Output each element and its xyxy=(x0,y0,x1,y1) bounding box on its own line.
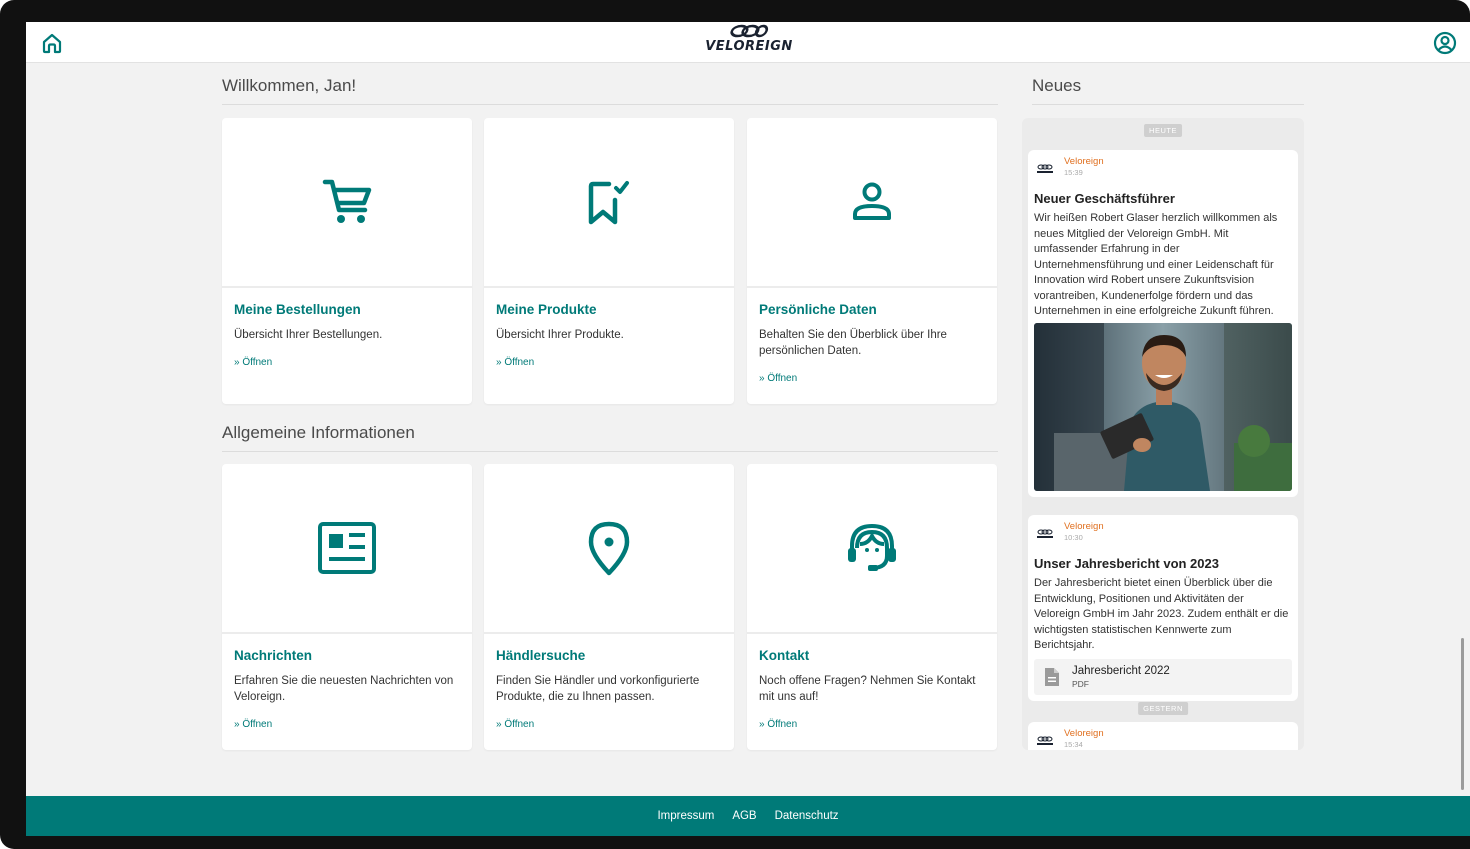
card-contact[interactable]: Kontakt Noch offene Fragen? Nehmen Sie K… xyxy=(747,464,997,750)
card-description: Erfahren Sie die neuesten Nachrichten vo… xyxy=(234,675,454,703)
open-link[interactable]: » Öffnen xyxy=(759,373,985,384)
headset-icon xyxy=(848,523,896,571)
news-text: Der Jahresbericht bietet einen Überblick… xyxy=(1034,577,1289,651)
home-icon[interactable] xyxy=(39,30,65,56)
news-photo xyxy=(1034,322,1292,491)
news-author: Veloreign xyxy=(1064,156,1104,167)
news-time: 15:39 xyxy=(1064,168,1083,177)
news-item[interactable]: Veloreign 10:30 Unser Jahresbericht von … xyxy=(1028,515,1298,701)
card-dealer-search[interactable]: Händlersuche Finden Sie Händler und vork… xyxy=(484,464,734,750)
attachment-name: Jahresbericht 2022 xyxy=(1072,664,1170,677)
avatar xyxy=(1037,529,1053,538)
news-title: Neuer Geschäftsführer xyxy=(1034,191,1175,206)
news-time: 10:30 xyxy=(1064,533,1083,542)
day-separator: HEUTE xyxy=(1144,124,1182,137)
open-link[interactable]: » Öffnen xyxy=(234,357,460,368)
footer-link-datenschutz[interactable]: Datenschutz xyxy=(775,810,839,822)
card-description: Übersicht Ihrer Produkte. xyxy=(496,329,624,341)
footer-link-impressum[interactable]: Impressum xyxy=(657,810,714,822)
info-heading: Allgemeine Informationen xyxy=(222,423,998,452)
news-item[interactable]: Veloreign 15:34 xyxy=(1028,722,1298,750)
footer: Impressum AGB Datenschutz xyxy=(26,796,1470,836)
logo-mark-icon xyxy=(730,24,769,38)
card-orders[interactable]: Meine Bestellungen Übersicht Ihrer Beste… xyxy=(222,118,472,404)
card-image-area xyxy=(222,464,472,634)
news-item[interactable]: Veloreign 15:39 Neuer Geschäftsführer Wi… xyxy=(1028,150,1298,497)
screen: VELOREIGN Willkommen, Jan! Meine Bestell… xyxy=(26,22,1470,849)
news-text: Wir heißen Robert Glaser herzlich willko… xyxy=(1034,212,1278,317)
card-description: Behalten Sie den Überblick über Ihre per… xyxy=(759,329,947,357)
brand-name: VELOREIGN xyxy=(705,39,793,54)
user-icon xyxy=(853,182,891,220)
document-icon xyxy=(1045,667,1059,686)
map-pin-icon xyxy=(588,521,630,576)
news-author: Veloreign xyxy=(1064,521,1104,532)
open-link[interactable]: » Öffnen xyxy=(234,719,460,730)
brand-logo[interactable]: VELOREIGN xyxy=(702,24,796,60)
card-personal-data[interactable]: Persönliche Daten Behalten Sie den Überb… xyxy=(747,118,997,404)
card-title: Nachrichten xyxy=(234,648,313,663)
account-icon[interactable] xyxy=(1432,30,1458,56)
news-feed[interactable]: HEUTE Veloreign 15:39 Neuer Geschäftsfüh… xyxy=(1022,118,1304,750)
top-bar: VELOREIGN xyxy=(26,22,1470,63)
news-time: 15:34 xyxy=(1064,740,1083,749)
open-link[interactable]: » Öffnen xyxy=(496,357,722,368)
attachment-type: PDF xyxy=(1072,678,1089,689)
card-news[interactable]: Nachrichten Erfahren Sie die neuesten Na… xyxy=(222,464,472,750)
device-frame: VELOREIGN Willkommen, Jan! Meine Bestell… xyxy=(0,0,1470,849)
newspaper-icon xyxy=(318,522,376,574)
card-description: Übersicht Ihrer Bestellungen. xyxy=(234,329,383,341)
day-separator: GESTERN xyxy=(1138,702,1188,715)
card-title: Händlersuche xyxy=(496,648,586,663)
bookmark-check-icon xyxy=(588,181,629,225)
avatar xyxy=(1037,164,1053,173)
bezel xyxy=(26,836,1470,849)
card-title: Meine Produkte xyxy=(496,302,597,317)
card-image-area xyxy=(747,464,997,634)
card-title: Persönliche Daten xyxy=(759,302,877,317)
scrollbar[interactable] xyxy=(1461,638,1464,790)
footer-link-agb[interactable]: AGB xyxy=(732,810,756,822)
cart-icon xyxy=(322,179,372,223)
avatar xyxy=(1037,736,1053,745)
news-heading: Neues xyxy=(1032,76,1304,105)
open-link[interactable]: » Öffnen xyxy=(759,719,985,730)
card-image-area xyxy=(747,118,997,288)
news-title: Unser Jahresbericht von 2023 xyxy=(1034,556,1219,571)
card-description: Finden Sie Händler und vorkonfigurierte … xyxy=(496,675,700,703)
card-title: Meine Bestellungen xyxy=(234,302,361,317)
card-products[interactable]: Meine Produkte Übersicht Ihrer Produkte.… xyxy=(484,118,734,404)
card-image-area xyxy=(484,464,734,634)
welcome-heading: Willkommen, Jan! xyxy=(222,76,998,105)
attachment[interactable]: Jahresbericht 2022 PDF xyxy=(1034,658,1292,695)
card-image-area xyxy=(222,118,472,288)
news-author: Veloreign xyxy=(1064,728,1104,739)
card-title: Kontakt xyxy=(759,648,810,663)
open-link[interactable]: » Öffnen xyxy=(496,719,722,730)
card-description: Noch offene Fragen? Nehmen Sie Kontakt m… xyxy=(759,675,976,703)
card-image-area xyxy=(484,118,734,288)
